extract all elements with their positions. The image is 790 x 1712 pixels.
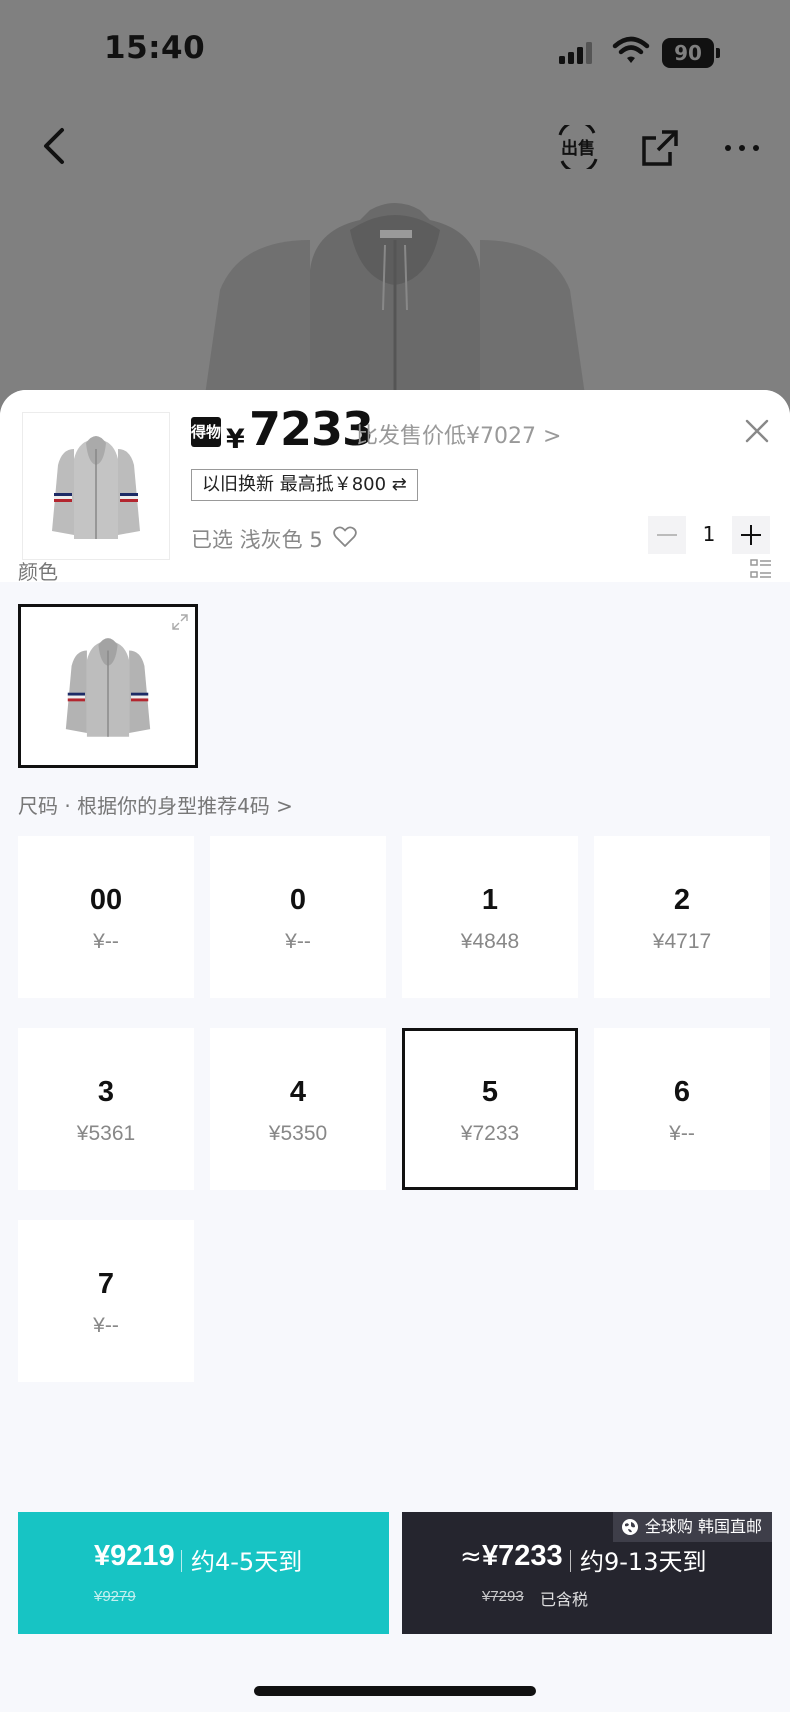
- status-time: 15:40: [104, 30, 206, 66]
- sell-icon[interactable]: 出售: [554, 125, 602, 169]
- product-thumbnail: [22, 412, 170, 560]
- tax-included-label: 已含税: [540, 1590, 589, 1609]
- cellular-signal-icon: [559, 42, 592, 64]
- hoodie-thumbnail-image: [52, 436, 140, 539]
- global-purchase-original-price: ¥7293: [482, 1588, 524, 1605]
- approx-symbol: ≈: [460, 1542, 482, 1572]
- quantity-increase-button[interactable]: [732, 516, 770, 554]
- fast-delivery-eta: 约4-5天到: [191, 1548, 303, 1576]
- size-price: ¥--: [285, 930, 311, 953]
- size-price: ¥4717: [652, 930, 712, 953]
- size-option[interactable]: 4 ¥5350: [210, 1028, 386, 1190]
- size-option[interactable]: 0 ¥--: [210, 836, 386, 998]
- product-page-background: 15:40 90 出售: [0, 0, 790, 430]
- size-price: ¥5361: [76, 1122, 136, 1145]
- product-price: 7233: [249, 402, 374, 456]
- size-price: ¥--: [669, 1122, 695, 1145]
- battery-tip: [716, 48, 720, 58]
- sheet-header: 得物 ¥ 7233 比发售价低¥7027 > 以旧换新 最高抵￥800 ⇄ 已选…: [0, 390, 790, 582]
- minus-icon: [657, 534, 677, 536]
- color-option-light-gray[interactable]: [18, 604, 198, 768]
- close-icon[interactable]: [744, 418, 770, 444]
- global-purchase-badge: 全球购 韩国直邮: [612, 1512, 772, 1542]
- size-option[interactable]: 00 ¥--: [18, 836, 194, 998]
- fast-delivery-original-price: ¥9279: [94, 1588, 136, 1605]
- size-option[interactable]: 6 ¥--: [594, 1028, 770, 1190]
- heart-icon[interactable]: [333, 526, 357, 548]
- fast-delivery-buy-button[interactable]: ¥9219 约4-5天到 ¥9279: [18, 1512, 389, 1634]
- battery-icon: 90: [662, 38, 720, 68]
- size-option[interactable]: 7 ¥--: [18, 1220, 194, 1382]
- color-swatch-image: [65, 638, 151, 737]
- quantity-value: 1: [702, 522, 716, 546]
- wifi-icon: [612, 36, 650, 63]
- selected-variant-text: 已选 浅灰色 5: [191, 528, 323, 552]
- size-option[interactable]: 2 ¥4717: [594, 836, 770, 998]
- button-divider: [570, 1550, 571, 1572]
- size-option[interactable]: 1 ¥4848: [402, 836, 578, 998]
- size-option[interactable]: 3 ¥5361: [18, 1028, 194, 1190]
- global-purchase-buy-button[interactable]: 全球购 韩国直邮 ≈ ¥7233 约9-13天到 ¥7293 已含税: [402, 1512, 772, 1634]
- size-name: 3: [97, 1076, 115, 1108]
- share-icon[interactable]: [640, 128, 680, 168]
- back-icon[interactable]: [36, 124, 72, 168]
- global-purchase-price: ¥7233: [482, 1540, 563, 1572]
- quantity-decrease-button[interactable]: [648, 516, 686, 554]
- size-price: ¥--: [93, 930, 119, 953]
- size-price: ¥--: [93, 1314, 119, 1337]
- color-section-label: 颜色: [18, 560, 58, 584]
- global-purchase-badge-text: 全球购 韩国直邮: [644, 1517, 762, 1536]
- more-icon[interactable]: [722, 130, 762, 166]
- brand-badge: 得物: [191, 417, 221, 447]
- status-bar: 15:40 90: [0, 0, 790, 110]
- size-price: ¥4848: [460, 930, 520, 953]
- size-option-selected[interactable]: 5 ¥7233: [402, 1028, 578, 1190]
- global-purchase-eta: 约9-13天到: [580, 1548, 707, 1576]
- home-indicator: [254, 1686, 536, 1696]
- size-name: 00: [89, 884, 123, 916]
- size-name: 0: [289, 884, 307, 916]
- trade-in-tag[interactable]: 以旧换新 最高抵￥800 ⇄: [191, 469, 418, 501]
- button-divider: [181, 1550, 182, 1572]
- sell-label: 出售: [561, 138, 595, 159]
- price-currency: ¥: [226, 424, 245, 455]
- expand-icon[interactable]: [171, 613, 189, 631]
- list-view-icon[interactable]: [750, 558, 772, 580]
- size-price: ¥7233: [460, 1122, 520, 1145]
- price-compare-link[interactable]: 比发售价低¥7027 >: [356, 418, 561, 450]
- size-price: ¥5350: [268, 1122, 328, 1145]
- size-name: 4: [289, 1076, 307, 1108]
- fast-delivery-price: ¥9219: [94, 1540, 175, 1572]
- plus-icon: [741, 525, 761, 545]
- globe-icon: [621, 1519, 638, 1535]
- size-name: 1: [481, 884, 499, 916]
- battery-level: 90: [662, 38, 714, 68]
- size-name: 7: [97, 1268, 115, 1300]
- size-name: 6: [673, 1076, 691, 1108]
- size-section-label[interactable]: 尺码 · 根据你的身型推荐4码 >: [18, 790, 293, 819]
- size-name: 5: [481, 1076, 499, 1108]
- size-name: 2: [673, 884, 691, 916]
